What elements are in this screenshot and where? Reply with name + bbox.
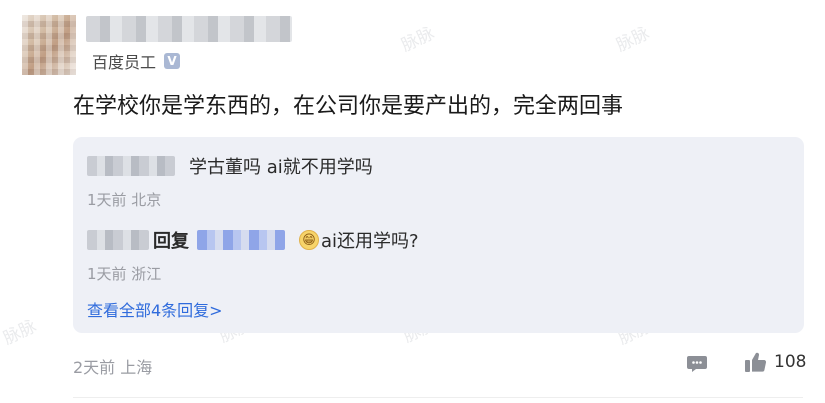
reply-author-redacted[interactable] — [87, 230, 149, 250]
reply-label: 回复 — [153, 231, 189, 252]
post-text: 在学校你是学东西的，在公司你是要产出的，完全两回事 — [73, 94, 624, 119]
author-tag-label: 百度员工 — [92, 53, 157, 72]
comment-icon — [687, 356, 707, 372]
divider — [73, 397, 803, 398]
avatar[interactable] — [22, 15, 76, 75]
reply-box: 学古董吗 ai就不用学吗 1天前 北京 回复 😁 ai还用学吗? 1天前 浙江 … — [73, 137, 804, 333]
reply-target-redacted[interactable] — [197, 230, 285, 250]
reply-item[interactable]: 回复 😁 ai还用学吗? 1天前 浙江 — [87, 227, 419, 284]
watermark: 脉脉 — [398, 23, 438, 57]
like-button[interactable]: 108 — [744, 350, 806, 374]
reply-item[interactable]: 学古董吗 ai就不用学吗 1天前 北京 — [87, 153, 373, 210]
author-tag: 百度员工 V — [92, 50, 181, 72]
reply-text: 学古董吗 ai就不用学吗 — [189, 157, 373, 178]
reply-meta: 1天前 北京 — [87, 191, 162, 209]
watermark: 脉脉 — [0, 316, 40, 350]
username-redacted[interactable] — [86, 16, 292, 42]
view-all-replies-link[interactable]: 查看全部4条回复> — [87, 297, 223, 321]
like-count: 108 — [774, 352, 807, 372]
grin-emoji-icon: 😁 — [299, 230, 319, 250]
comment-button[interactable] — [686, 352, 708, 374]
reply-author-redacted[interactable] — [87, 156, 175, 176]
reply-text: ai还用学吗? — [321, 231, 419, 252]
post-meta: 2天前 上海 — [73, 358, 153, 377]
verified-badge-icon: V — [164, 53, 181, 69]
reply-meta: 1天前 浙江 — [87, 265, 162, 283]
watermark: 脉脉 — [613, 23, 653, 57]
thumbs-up-icon — [745, 352, 767, 372]
